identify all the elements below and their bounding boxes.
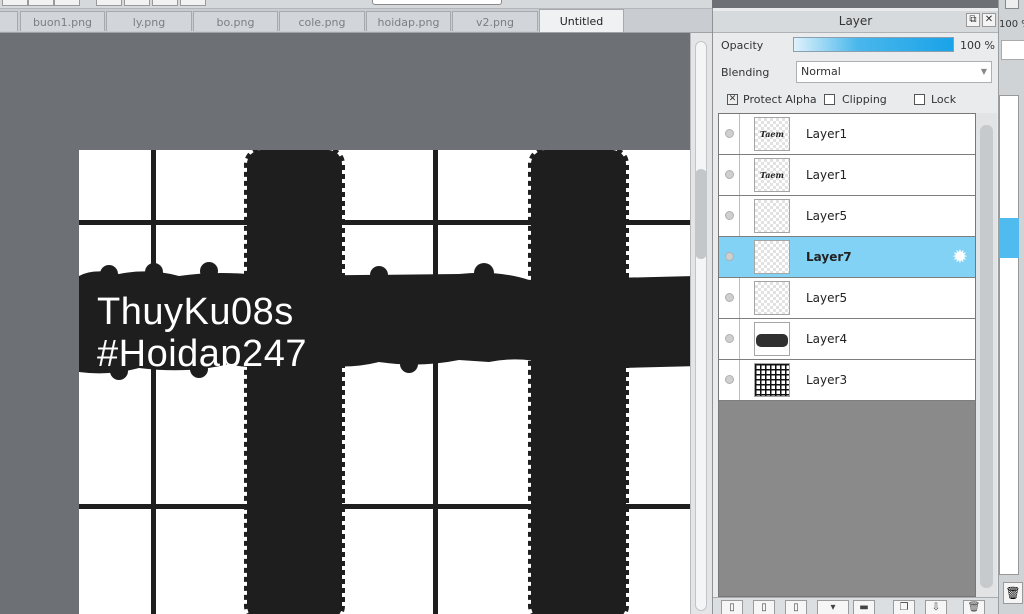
toolbar-button[interactable] <box>180 0 206 6</box>
mini-list-selected[interactable] <box>999 218 1019 258</box>
new-layer-icon[interactable]: ▯ <box>721 600 743 614</box>
scrollbar-thumb[interactable] <box>695 169 707 259</box>
layer-name: Layer3 <box>806 373 848 387</box>
eye-icon[interactable] <box>725 211 734 220</box>
layer-name: Layer1 <box>806 168 848 182</box>
protect-alpha-checkbox[interactable]: ✕ <box>727 94 738 105</box>
layer-thumbnail <box>754 199 790 233</box>
clipping-label: Clipping <box>842 93 887 106</box>
lock-checkbox[interactable] <box>914 94 925 105</box>
toolbar-button[interactable] <box>54 0 80 6</box>
canvas-text-line2: #Hoidap247 <box>97 333 307 375</box>
layer-thumbnail <box>754 322 790 356</box>
divider <box>739 319 740 359</box>
divider <box>739 278 740 318</box>
layer-name: Layer7 <box>806 250 852 264</box>
canvas-viewport[interactable]: ThuyKu08s #Hoidap247 <box>0 33 690 614</box>
toolbar-button[interactable] <box>124 0 150 6</box>
float-panel-icon[interactable]: ⧉ <box>966 13 980 27</box>
chevron-down-icon: ▼ <box>980 67 987 76</box>
tab-hoidap[interactable]: hoidap.png <box>366 11 451 31</box>
merge-layer-icon[interactable]: ⇩ <box>925 600 947 614</box>
trash-icon[interactable]: 🗑 <box>1003 582 1023 604</box>
protect-alpha-label: Protect Alpha <box>743 93 817 106</box>
canvas-text-line1: ThuyKu08s <box>97 291 294 333</box>
eye-icon[interactable] <box>725 170 734 179</box>
layer-thumbnail <box>754 240 790 274</box>
artwork-drawing <box>79 150 690 614</box>
divider <box>739 155 740 195</box>
divider <box>739 360 740 400</box>
tab-ly[interactable]: ly.png <box>106 11 192 31</box>
app-window: buon1.png ly.png bo.png cole.png hoidap.… <box>0 0 1024 614</box>
tab-bo[interactable]: bo.png <box>193 11 278 31</box>
lock-label: Lock <box>931 93 957 106</box>
folder-icon[interactable]: ▬ <box>853 600 875 614</box>
artwork-canvas[interactable]: ThuyKu08s #Hoidap247 <box>79 150 690 614</box>
scrollbar-thumb[interactable] <box>980 125 993 588</box>
layer-name: Layer1 <box>806 127 848 141</box>
new-raster-layer-icon[interactable]: ▯ <box>753 600 775 614</box>
toolbar-field[interactable] <box>372 0 502 5</box>
blending-value: Normal <box>801 65 841 78</box>
opacity-slider[interactable] <box>793 37 954 52</box>
layer-list-scrollbar[interactable] <box>976 113 997 597</box>
layer-thumbnail: Taem <box>754 158 790 192</box>
eye-icon[interactable] <box>725 375 734 384</box>
toolbar-button[interactable] <box>28 0 54 6</box>
layer-panel: Layer ⧉ ✕ Opacity 100 % Blending Normal … <box>712 8 998 614</box>
eye-icon[interactable] <box>725 334 734 343</box>
layer-row-selected[interactable]: Layer7 ✹ <box>719 237 975 278</box>
eye-icon[interactable] <box>725 293 734 302</box>
tab-buon1[interactable]: buon1.png <box>20 11 105 31</box>
dropdown[interactable] <box>1001 40 1024 60</box>
tab-v2[interactable]: v2.png <box>452 11 538 31</box>
panel-title: Layer <box>713 11 998 33</box>
toolbar-button[interactable] <box>96 0 122 6</box>
zoom-value: 100 % <box>999 19 1024 30</box>
layer-thumbnail <box>754 281 790 315</box>
trash-icon[interactable]: 🗑 <box>963 600 985 614</box>
opacity-label: Opacity <box>721 39 764 52</box>
layer-type-dropdown[interactable]: ▾ <box>817 600 849 614</box>
toolbar-button[interactable] <box>2 0 28 6</box>
duplicate-layer-icon[interactable]: ❐ <box>893 600 915 614</box>
tab-untitled[interactable]: Untitled <box>539 9 624 32</box>
document-tab-bar: buon1.png ly.png bo.png cole.png hoidap.… <box>0 9 712 33</box>
layer-toolbar: ▯ ▯ ▯ ▾ ▬ ❐ ⇩ 🗑 <box>713 597 998 614</box>
layer-thumbnail: Taem <box>754 117 790 151</box>
blending-label: Blending <box>721 66 770 79</box>
divider <box>739 237 740 277</box>
layer-name: Layer5 <box>806 209 848 223</box>
tab-cole[interactable]: cole.png <box>279 11 365 31</box>
divider <box>739 114 740 154</box>
layer-list: Taem Layer1 Taem Layer1 Layer5 Layer7 ✹ … <box>718 113 976 597</box>
layer-row[interactable]: Taem Layer1 <box>719 155 975 196</box>
scrollbar-track[interactable] <box>695 41 707 611</box>
layer-row[interactable]: Layer5 <box>719 196 975 237</box>
eye-icon[interactable] <box>725 252 734 261</box>
eye-icon[interactable] <box>725 129 734 138</box>
tab-partial[interactable] <box>0 11 18 31</box>
mini-list <box>999 95 1019 575</box>
layer-row[interactable]: Layer4 <box>719 319 975 360</box>
clipping-checkbox[interactable] <box>824 94 835 105</box>
layer-name: Layer5 <box>806 291 848 305</box>
layer-row[interactable]: Taem Layer1 <box>719 114 975 155</box>
toolbar-button[interactable] <box>152 0 178 6</box>
close-icon[interactable]: ✕ <box>982 13 996 27</box>
new-vector-layer-icon[interactable]: ▯ <box>785 600 807 614</box>
layer-row[interactable]: Layer3 <box>719 360 975 401</box>
canvas-scrollbar[interactable] <box>690 33 712 614</box>
gear-icon[interactable]: ✹ <box>952 246 968 268</box>
layer-name: Layer4 <box>806 332 848 346</box>
opacity-value: 100 % <box>960 39 995 52</box>
layer-row[interactable]: Layer5 <box>719 278 975 319</box>
divider <box>739 196 740 236</box>
toolbar-strip <box>0 0 712 9</box>
secondary-panel: 100 % 🗑 <box>998 0 1024 614</box>
blending-select[interactable]: Normal ▼ <box>796 61 992 83</box>
layer-thumbnail <box>754 363 790 397</box>
panel-corner-button[interactable] <box>1005 0 1019 9</box>
